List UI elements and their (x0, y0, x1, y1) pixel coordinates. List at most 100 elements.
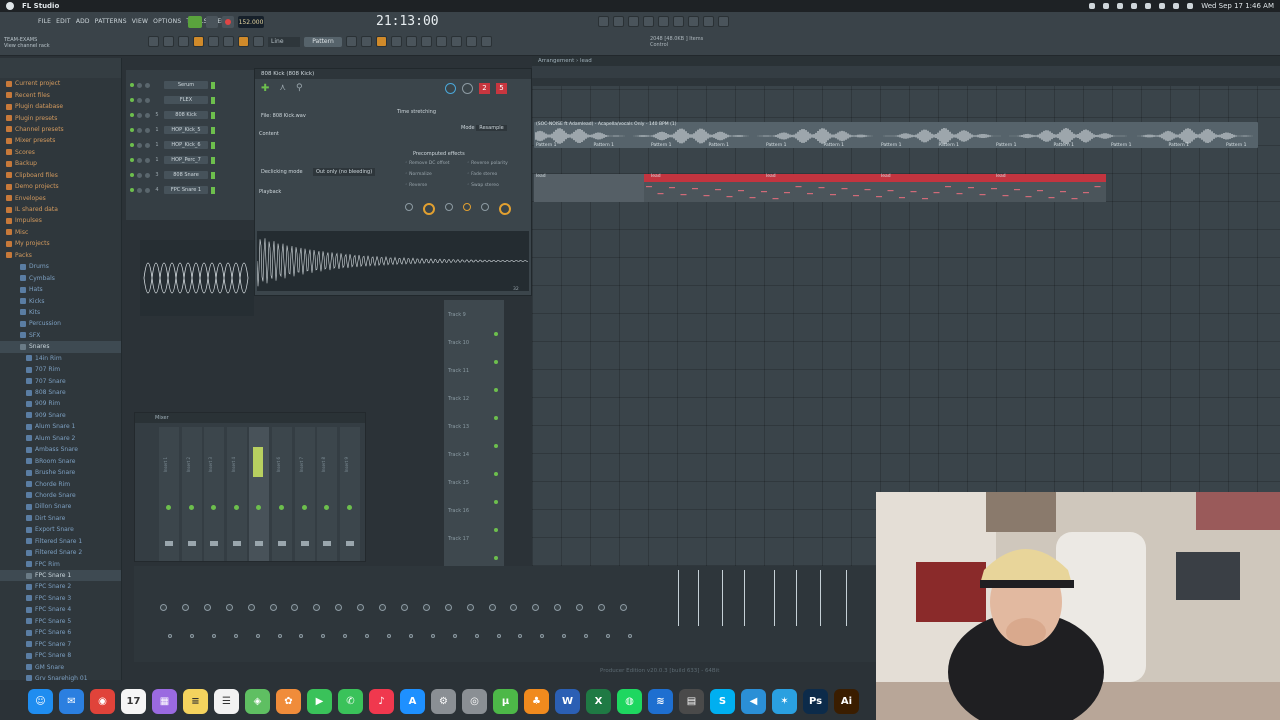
browser-item[interactable]: Kits (0, 307, 121, 318)
help-icon[interactable] (673, 16, 684, 27)
channel-vol-knob[interactable] (145, 187, 150, 193)
track-mute-led[interactable] (494, 556, 498, 560)
declicking-select[interactable]: Out only (no bleeding) (313, 168, 376, 176)
strip-enable-led[interactable] (256, 505, 262, 510)
pattern-clip-label[interactable]: Pattern 1 (1169, 143, 1189, 148)
pattern-clip-label[interactable]: Pattern 1 (651, 143, 671, 148)
lead-clip-label[interactable]: lead (651, 174, 661, 179)
pattern-clip-label[interactable]: Pattern 1 (939, 143, 959, 148)
playlist-icon[interactable] (346, 36, 357, 47)
sample-waveform[interactable] (256, 231, 529, 291)
send-knob[interactable] (168, 634, 172, 638)
record-icon[interactable] (1103, 3, 1110, 9)
piano-roll-icon[interactable] (361, 36, 372, 47)
channel-mixer-num[interactable]: 4 (153, 187, 161, 193)
send-knob[interactable] (211, 634, 216, 638)
misc-tab-icon[interactable]: ⚲ (296, 83, 303, 94)
pattern-clip-label[interactable]: Pattern 1 (1054, 143, 1074, 148)
effect-toggle[interactable]: ◦ Swap stereo (467, 183, 499, 188)
pan-knob[interactable] (445, 83, 456, 94)
mixer-track-box[interactable]: 5 (496, 83, 507, 94)
crossfade-knob[interactable] (499, 203, 511, 215)
browser-item[interactable]: Recent files (0, 89, 121, 100)
step-edit-icon[interactable] (658, 16, 669, 27)
mixer-strip[interactable]: Insert 6 (272, 427, 292, 561)
stamp-icon[interactable] (253, 36, 264, 47)
browser-item[interactable]: Plugin database (0, 101, 121, 112)
control-center-icon[interactable] (1187, 3, 1194, 9)
browser-item[interactable]: GM Snare (0, 661, 121, 672)
browser-item[interactable]: Scores (0, 147, 121, 158)
browser-item[interactable]: Grv Snarehigh 01 (0, 673, 121, 684)
volume-icon[interactable] (1145, 3, 1152, 9)
channel-knob[interactable] (247, 604, 255, 611)
pattern-clip-label[interactable]: Pattern 1 (766, 143, 786, 148)
pattern-clip-label[interactable]: Pattern 1 (1111, 143, 1131, 148)
maps-icon[interactable]: ◈ (245, 688, 270, 714)
channel-knob[interactable] (619, 604, 627, 611)
browser-item[interactable]: SFX (0, 330, 121, 341)
browser-item[interactable]: 909 Snare (0, 410, 121, 421)
browser-item[interactable]: Filtered Snare 2 (0, 547, 121, 558)
channel-rack-icon[interactable] (376, 36, 387, 47)
browser-item[interactable]: FPC Snare 1 (0, 569, 121, 582)
browser-item[interactable]: Export Snare (0, 524, 121, 535)
browser-item[interactable]: FPC Snare 5 (0, 616, 121, 627)
track-mute-led[interactable] (494, 472, 498, 476)
channel-pan-knob[interactable] (137, 82, 142, 88)
browser-item[interactable]: Channel presets (0, 124, 121, 135)
strip-fader[interactable] (300, 541, 309, 546)
browser-item[interactable]: Filtered Snare 1 (0, 536, 121, 547)
lead-clip-label[interactable]: lead (996, 174, 1006, 179)
spotlight-icon[interactable] (1173, 3, 1180, 9)
channel-pan-knob[interactable] (137, 142, 142, 148)
track-name[interactable]: Track 17 (448, 536, 469, 542)
channel-row[interactable]: 1 HOP_Kick_5 (130, 125, 252, 135)
send-knob[interactable] (518, 634, 523, 638)
channel-pan-knob[interactable] (137, 127, 142, 133)
browser-item[interactable]: IL shared data (0, 204, 121, 215)
browser-item[interactable]: Misc (0, 227, 121, 238)
countdown-icon[interactable] (628, 16, 639, 27)
amp-knob[interactable] (423, 203, 435, 215)
pattern-clip-label[interactable]: Pattern 1 (1226, 143, 1246, 148)
mixer-strip[interactable]: 808 Kick (249, 427, 270, 561)
channel-mixer-num[interactable]: 1 (153, 142, 161, 148)
menu-file[interactable]: FILE (38, 18, 51, 25)
browser-item[interactable]: Percussion (0, 318, 121, 329)
menu-options[interactable]: OPTIONS (153, 18, 181, 25)
send-knob[interactable] (627, 634, 632, 638)
lead-clip-selected[interactable] (644, 174, 1106, 182)
channel-vol-knob[interactable] (145, 82, 150, 88)
send-knob[interactable] (562, 634, 567, 638)
send-knob[interactable] (474, 634, 479, 638)
calculator-icon[interactable]: ▤ (679, 688, 704, 714)
channel-select[interactable] (211, 156, 215, 164)
record-button[interactable] (222, 16, 234, 28)
envelope-tab-icon[interactable]: ⋏ (279, 83, 286, 94)
strip-enable-led[interactable] (301, 505, 307, 510)
channel-knob[interactable] (444, 604, 452, 611)
effect-toggle[interactable]: ◦ Normalize (405, 172, 432, 177)
pattern-clip-label[interactable]: Pattern 1 (881, 143, 901, 148)
mixer-strip[interactable]: Insert 8 (317, 427, 338, 561)
browser-item[interactable]: Impulses (0, 215, 121, 226)
channel-knob[interactable] (466, 604, 474, 611)
calendar-icon[interactable]: 17 (121, 688, 146, 714)
menu-add[interactable]: ADD (76, 18, 90, 25)
browser-item[interactable]: 909 Rim (0, 398, 121, 409)
effect-toggle[interactable]: ◦ Remove DC offset (405, 161, 450, 166)
track-mute-led[interactable] (494, 360, 498, 364)
finder-icon[interactable]: ☺ (28, 688, 53, 714)
track-mute-led[interactable] (494, 388, 498, 392)
mail-icon[interactable]: ✉ (59, 688, 84, 714)
browser-item[interactable]: FPC Rim (0, 558, 121, 569)
track-name[interactable]: Track 12 (448, 396, 469, 402)
skype-icon[interactable]: S (710, 688, 735, 714)
file-label[interactable]: File: 808 Kick.wav (261, 113, 306, 119)
channel-knob[interactable] (598, 604, 605, 611)
photos-icon[interactable]: ✿ (276, 688, 301, 714)
send-knob[interactable] (299, 634, 304, 638)
effect-toggle[interactable]: ◦ Reverse polarity (467, 161, 508, 166)
lead-clip-label[interactable]: lead (536, 174, 546, 179)
